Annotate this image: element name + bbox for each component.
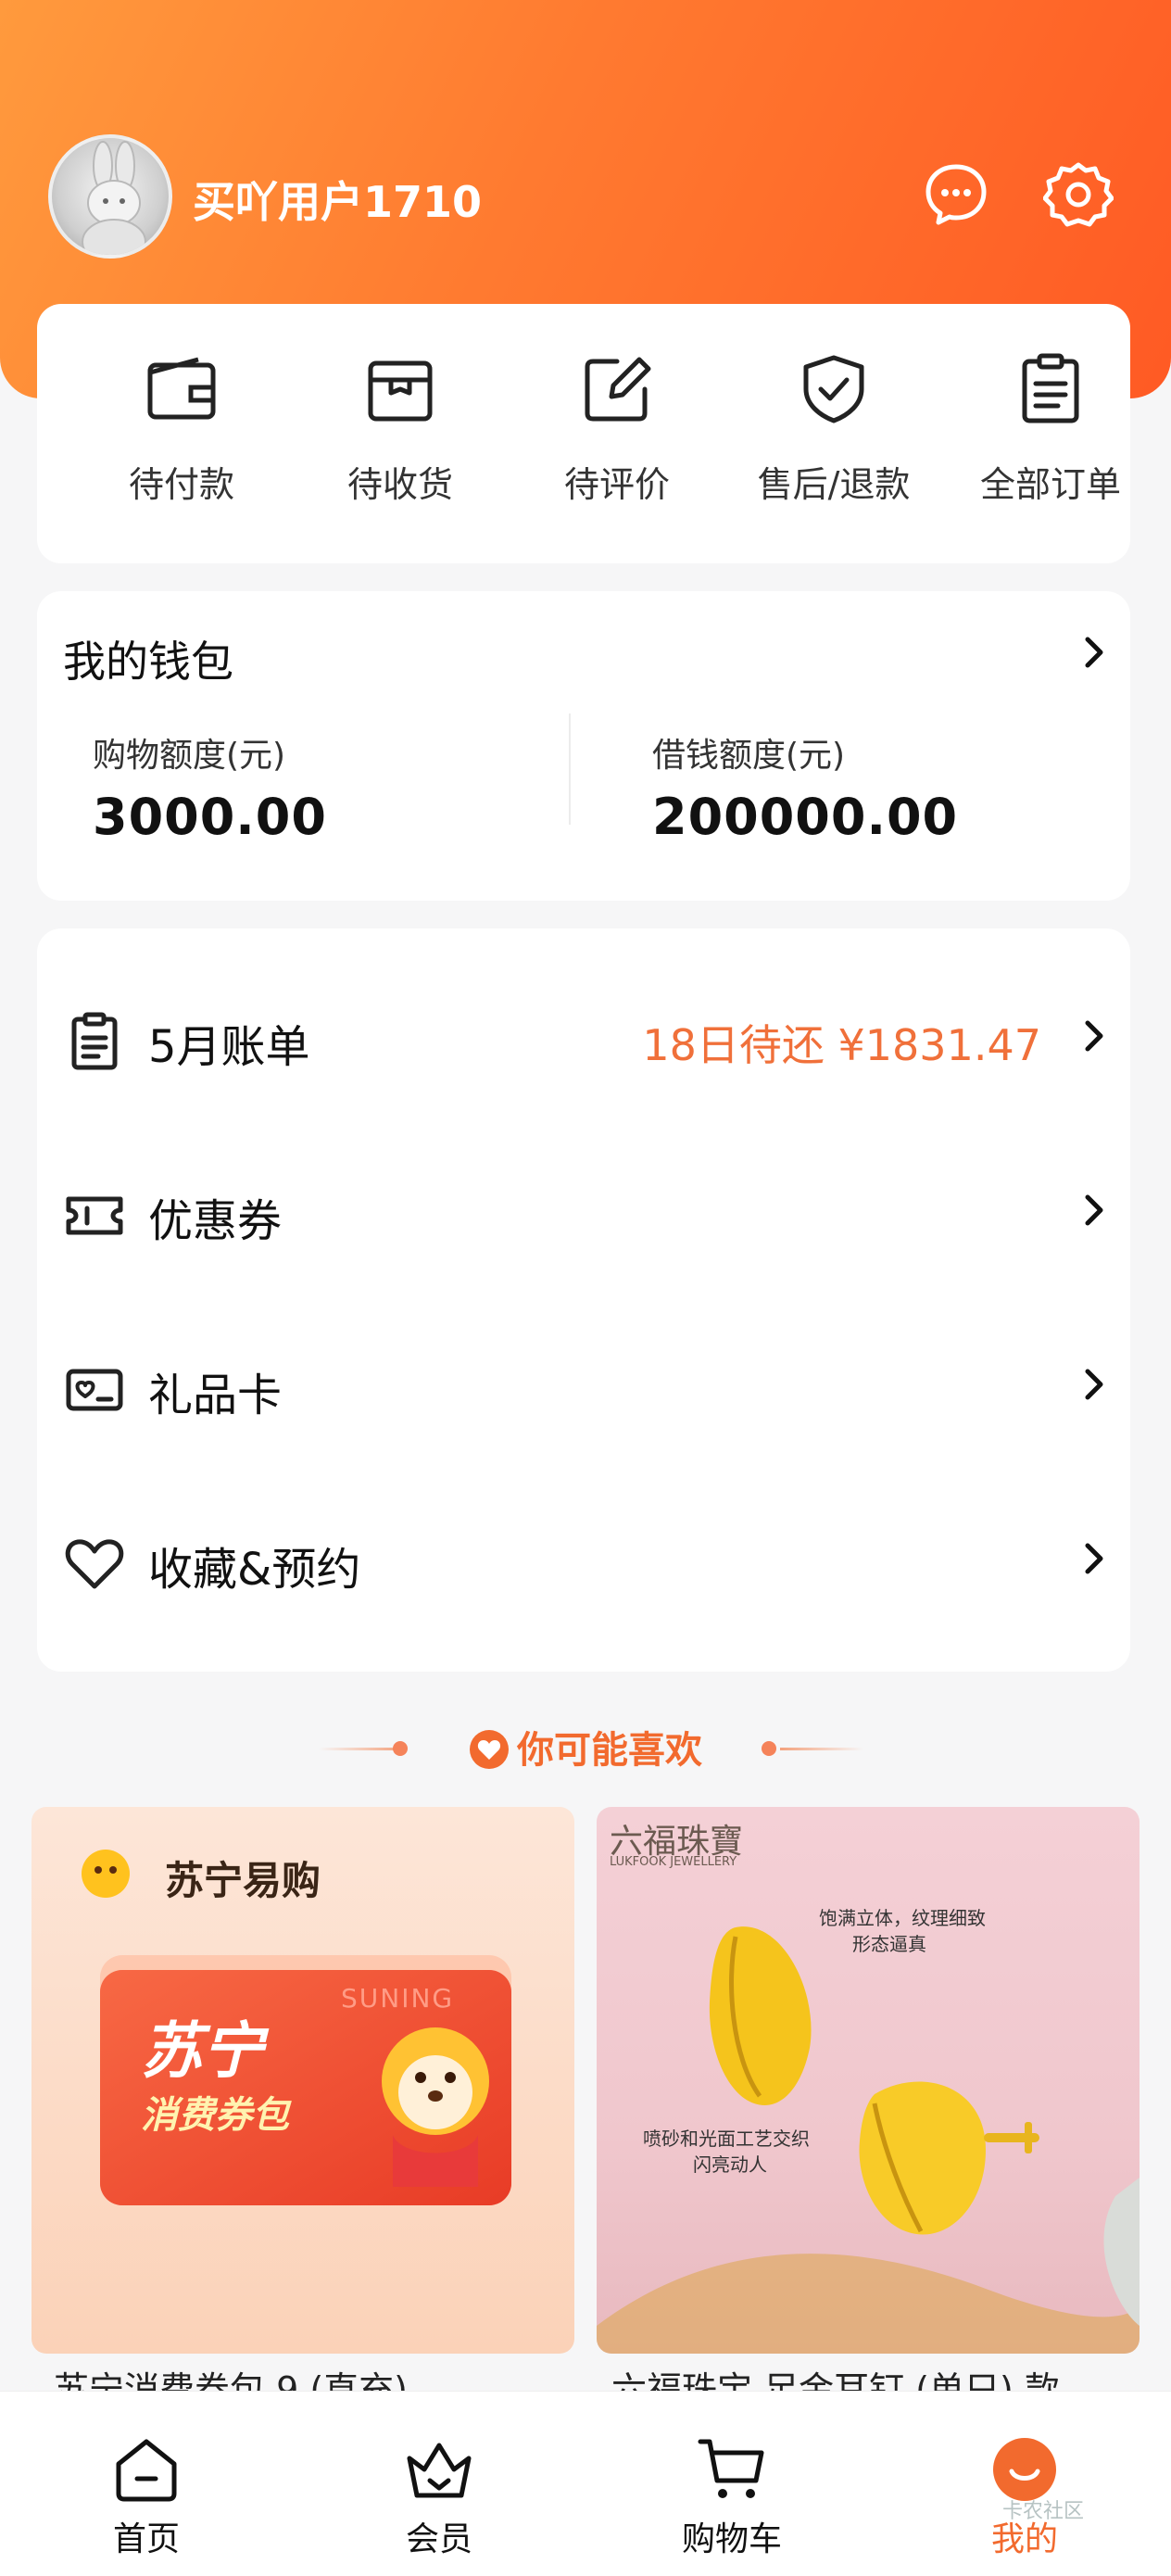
order-label: 售后/退款 [757,464,911,505]
chevron-right-icon [1085,1543,1103,1574]
avatar[interactable] [48,134,172,259]
suning-brand: 苏宁易购 [165,1858,321,1903]
orders-card: 待付款 待收货 待评价 售后/退款 全部订单 [37,304,1130,563]
service-label: 礼品卡 [148,1370,283,1421]
order-after-sales[interactable]: 售后/退款 [741,352,926,537]
crown-icon [407,2443,472,2498]
bill-due-amount: 18日待还 ¥1831.47 [642,1020,1041,1070]
heart-badge-icon [470,1730,509,1769]
loan-credit-label: 借钱额度(元) [652,737,846,775]
suning-title: 苏宁 [141,2015,263,2087]
suning-subtitle: 消费券包 [141,2094,289,2137]
service-row-bill[interactable]: 5月账单 18日待还 ¥1831.47 [37,951,1130,1125]
tab-home[interactable]: 首页 [72,2434,220,2560]
bill-icon [71,1012,118,1070]
home-icon [116,2439,177,2502]
shopping-credit-value: 3000.00 [93,788,327,846]
recommend-title-text: 你可能喜欢 [517,1729,702,1772]
message-icon[interactable] [921,159,991,230]
wallet-icon [147,357,216,420]
order-label: 待评价 [563,464,670,505]
earring-note-2b: 闪亮动人 [693,2153,767,2176]
wallet-card[interactable]: 我的钱包 购物额度(元) 3000.00 借钱额度(元) 200000.00 [37,591,1130,901]
order-pending-payment[interactable]: 待付款 [89,352,274,537]
recommend-title: 你可能喜欢 [0,1720,1171,1774]
product-card-lukfook[interactable]: 六福珠寶 LUKFOOK JEWELLERY 饱满立体，纹理细致 形态逼真 喷砂… [597,1807,1140,2354]
suning-watermark-text: SUNING [341,1983,455,2014]
divider [569,713,571,825]
tab-label: 首页 [112,2520,180,2558]
loan-credit-value: 200000.00 [652,788,959,846]
tab-cart[interactable]: 购物车 [658,2434,806,2560]
service-row-coupon[interactable]: 优惠券 [37,1125,1130,1299]
earring-note-1b: 形态逼真 [852,1933,926,1955]
clipboard-icon [1022,353,1079,423]
order-label: 待付款 [128,464,234,505]
gold-earring-image [597,1926,1140,2354]
tab-member[interactable]: 会员 [365,2434,513,2560]
bottom-tab-bar: 首页 会员 购物车 我的 [0,2391,1171,2576]
tab-label: 购物车 [681,2520,782,2558]
chevron-right-icon [1085,637,1103,668]
order-label: 全部订单 [979,464,1121,505]
gift-card-icon [66,1369,123,1411]
order-all[interactable]: 全部订单 [958,352,1143,537]
watermark: 卡农社区 [1002,2500,1085,2523]
order-pending-review[interactable]: 待评价 [524,352,710,537]
service-row-favorites[interactable]: 收藏&预约 [37,1473,1130,1648]
service-label: 优惠券 [148,1195,283,1247]
service-label: 收藏&预约 [148,1544,361,1596]
service-label: 5月账单 [148,1021,310,1073]
coupon-icon [66,1196,123,1235]
shield-check-icon [803,355,864,423]
order-pending-delivery[interactable]: 待收货 [308,352,493,537]
cart-icon [698,2439,764,2498]
heart-icon [65,1539,124,1589]
chevron-right-icon [1085,1194,1103,1226]
services-card: 5月账单 18日待还 ¥1831.47 优惠券 礼品卡 收藏&预约 [37,928,1130,1672]
product-card-suning[interactable]: 苏宁易购 SUNING 苏宁 消费券包 [31,1807,574,2354]
chevron-right-icon [1085,1369,1103,1400]
edit-icon [585,357,651,422]
lukfook-brand-en: LUKFOOK JEWELLERY [610,1855,737,1869]
earring-note-1: 饱满立体，纹理细致 [819,1907,986,1929]
order-label: 待收货 [346,464,453,505]
settings-icon[interactable] [1043,159,1114,230]
tab-label: 会员 [405,2520,472,2558]
earring-note-2: 喷砂和光面工艺交织 [643,2128,810,2150]
package-icon [368,360,433,422]
chevron-right-icon [1085,1020,1103,1052]
username[interactable]: 买吖用户1710 [193,169,482,230]
shopping-credit-label: 购物额度(元) [93,737,286,775]
service-row-gift-card[interactable]: 礼品卡 [37,1299,1130,1473]
wallet-title: 我的钱包 [63,637,233,687]
